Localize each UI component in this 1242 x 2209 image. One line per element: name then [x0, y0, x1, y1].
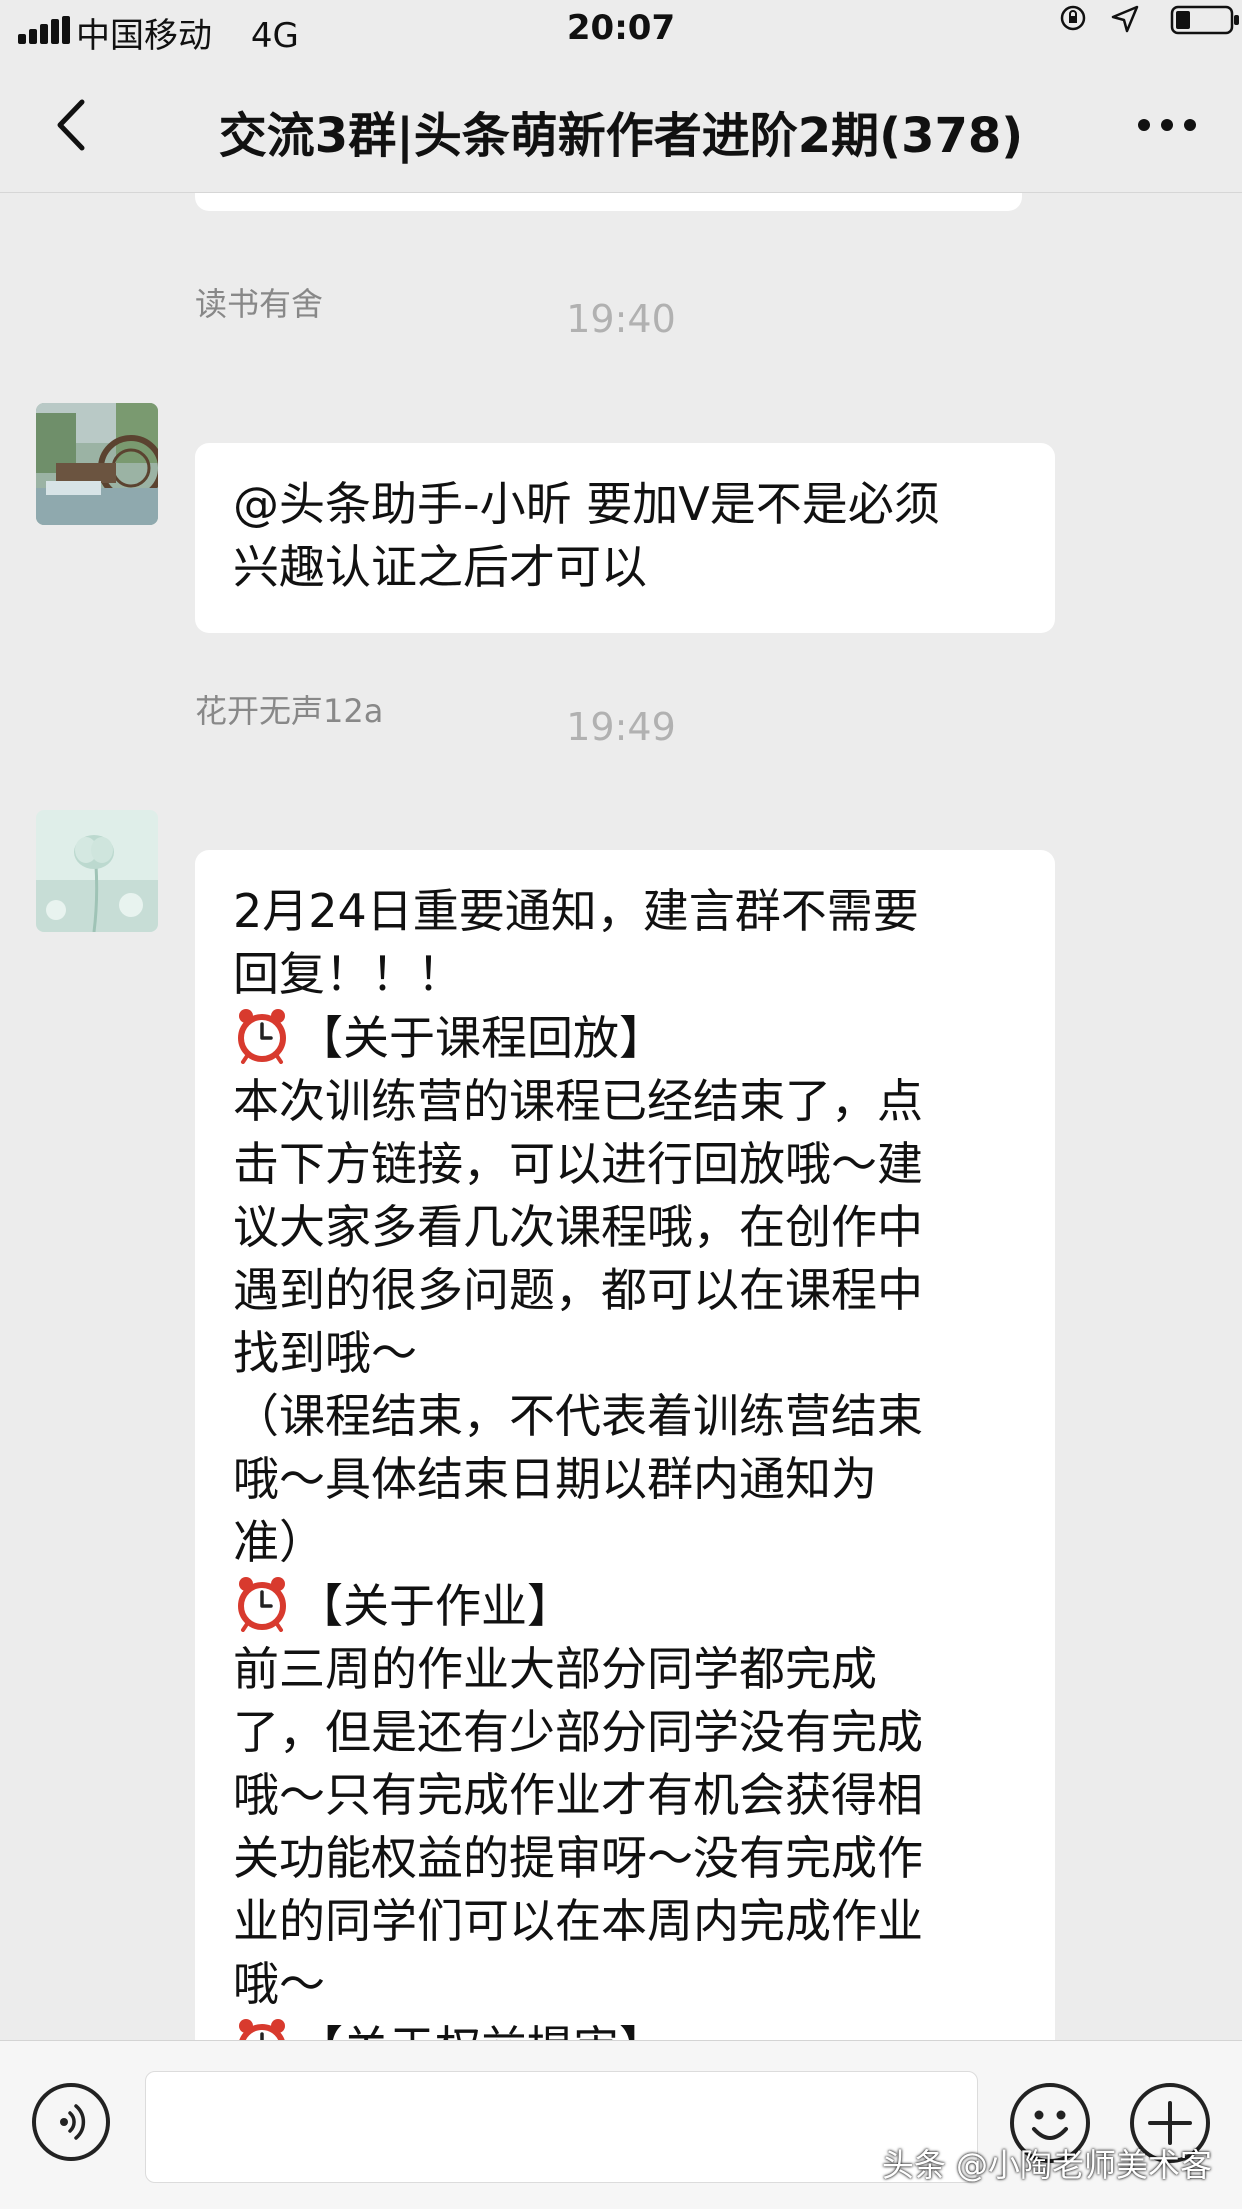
message-text: 找到哦～ [233, 1326, 417, 1380]
avatar[interactable] [36, 403, 158, 525]
avatar[interactable] [36, 810, 158, 932]
status-bar: 中国移动 4G 20:07 [0, 0, 1242, 60]
message-list[interactable]: 19:40 读书有舍 @头条助手-小昕 要加V是不是必须 兴趣认证之后才可以 1… [0, 193, 1242, 2040]
message-timestamp: 19:40 [566, 297, 676, 341]
sender-name: 读书有舍 [195, 285, 324, 323]
message-text: 关功能权益的提审呀～没有完成作 [233, 1831, 923, 1885]
waterwheel-photo [36, 403, 158, 525]
message-text: 【关于权益提审】 [297, 2021, 665, 2040]
chevron-left-icon[interactable] [40, 90, 110, 160]
sender-name: 花开无声12a [195, 692, 384, 730]
message-bubble[interactable]: 2月24日重要通知，建言群不需要 回复！！！ 【关于课程回放】 本次训练营的课程… [195, 850, 1055, 2040]
message-text: 回复！！！ [233, 947, 463, 1001]
message-text: 【关于作业】 [297, 1579, 573, 1633]
message-text: 遇到的很多问题，都可以在课程中 [233, 1263, 923, 1317]
message-input[interactable] [145, 2071, 978, 2183]
message-text: @头条助手-小昕 要加V是不是必须 [233, 477, 940, 531]
message-text: 前三周的作业大部分同学都完成 [233, 1642, 877, 1696]
message-text: 议大家多看几次课程哦，在创作中 [233, 1200, 923, 1254]
message-text: 了，但是还有少部分同学没有完成 [233, 1705, 923, 1759]
watermark: 头条 @小陶老师美术客 [881, 2146, 1212, 2184]
message-timestamp: 19:49 [566, 705, 676, 749]
orientation-lock-icon [1060, 5, 1086, 31]
flower-photo [36, 810, 158, 932]
alarm-clock-icon [239, 2019, 285, 2040]
message-text: 击下方链接，可以进行回放哦～建 [233, 1137, 923, 1191]
battery-icon [1170, 5, 1239, 35]
message-text: 哦～具体结束日期以群内通知为 [233, 1452, 877, 1506]
status-time: 20:07 [566, 8, 676, 48]
message-text: 【关于课程回放】 [297, 1011, 665, 1065]
message-text: 准） [233, 1515, 325, 1569]
voice-icon[interactable] [32, 2083, 110, 2161]
voice-wave-glyph [60, 2104, 86, 2140]
message-text: 业的同学们可以在本周内完成作业 [233, 1894, 923, 1948]
location-icon [1111, 5, 1139, 33]
message-text: 哦～ [233, 1957, 325, 2011]
message-text: （课程结束，不代表着训练营结束 [233, 1389, 923, 1443]
message-text: 兴趣认证之后才可以 [233, 540, 647, 594]
alarm-clock-icon [238, 1009, 286, 1064]
message-text: 哦～只有完成作业才有机会获得相 [233, 1768, 923, 1822]
more-dots-icon[interactable] [1132, 100, 1202, 150]
message-text: 2月24日重要通知，建言群不需要 [233, 884, 919, 938]
message-bubble[interactable]: @头条助手-小昕 要加V是不是必须 兴趣认证之后才可以 [195, 443, 1055, 633]
message-text: 本次训练营的课程已经结束了，点 [233, 1074, 923, 1128]
alarm-clock-icon [238, 1577, 286, 1632]
previous-message-bubble[interactable] [195, 193, 1022, 211]
chat-title: 交流3群|头条萌新作者进阶2期(378) [218, 108, 1024, 164]
chat-header: 交流3群|头条萌新作者进阶2期(378) [0, 60, 1242, 193]
